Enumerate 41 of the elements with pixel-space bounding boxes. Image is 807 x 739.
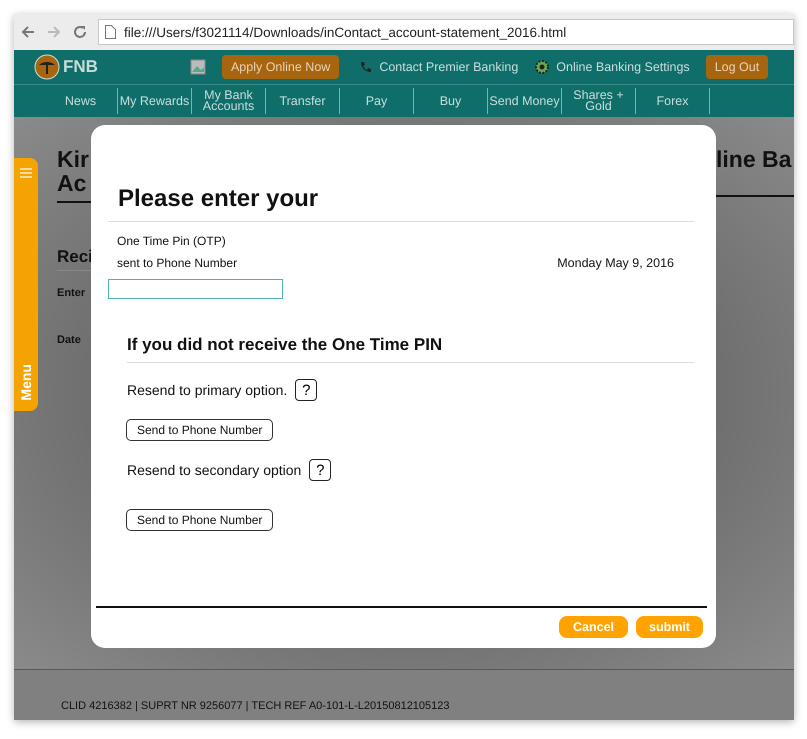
nav-item[interactable]: News <box>44 88 118 114</box>
field-label: Date <box>57 334 82 346</box>
dialog-title: Please enter your <box>118 185 320 213</box>
send-to-phone-button[interactable]: Send to Phone Number <box>126 509 274 531</box>
reload-icon[interactable] <box>72 24 88 40</box>
nav-item[interactable]: Pay <box>340 88 414 114</box>
nav-item[interactable]: Send Money <box>488 88 562 114</box>
resend-option-label: Resend to primary option. <box>127 382 288 398</box>
broken-image-icon <box>190 59 206 75</box>
nav-item[interactable]: Transfer <box>266 88 340 114</box>
settings-link[interactable]: Online Banking Settings <box>534 59 690 75</box>
nav-item[interactable]: Shares + Gold <box>562 88 636 114</box>
page-title: Ac <box>57 171 88 195</box>
logo-text: FNB <box>63 57 98 77</box>
date-text: Monday May 9, 2016 <box>557 256 674 270</box>
sent-label: sent to Phone Number <box>117 256 238 270</box>
otp-input[interactable] <box>108 279 283 299</box>
otp-label: One Time Pin (OTP) <box>117 234 227 248</box>
back-icon[interactable] <box>20 24 36 40</box>
logout-button[interactable]: Log Out <box>706 55 768 79</box>
help-button[interactable]: ? <box>295 379 318 401</box>
nav-item[interactable]: Buy <box>414 88 488 114</box>
nav-item[interactable]: My Rewards <box>118 88 192 114</box>
apply-online-button[interactable]: Apply Online Now <box>222 55 340 79</box>
logo-icon <box>34 54 60 80</box>
settings-icon <box>534 59 550 75</box>
resend-heading: If you did not receive the One Time PIN <box>127 335 444 355</box>
contact-link[interactable]: Contact Premier Banking <box>359 60 518 74</box>
page-title: Kir <box>57 147 90 171</box>
address-bar[interactable]: file:///Users/f3021114/Downloads/inContact_account-statement_2016.html <box>98 19 794 45</box>
phone-icon <box>359 60 374 74</box>
resend-option-label: Resend to secondary option <box>127 462 302 478</box>
page-title: line Ba <box>716 147 792 171</box>
nav-item[interactable]: My Bank Accounts <box>192 88 266 114</box>
send-to-phone-button[interactable]: Send to Phone Number <box>126 419 274 441</box>
help-button[interactable]: ? <box>309 459 332 481</box>
footer-text: CLID 4216382 | SUPRT NR 9256077 | TECH REF A0-101-L-L20150812105123 <box>61 700 450 712</box>
page-icon <box>105 25 116 39</box>
nav-item[interactable]: Forex <box>636 88 710 114</box>
field-label: Enter <box>57 287 86 299</box>
menu-icon <box>19 168 33 178</box>
